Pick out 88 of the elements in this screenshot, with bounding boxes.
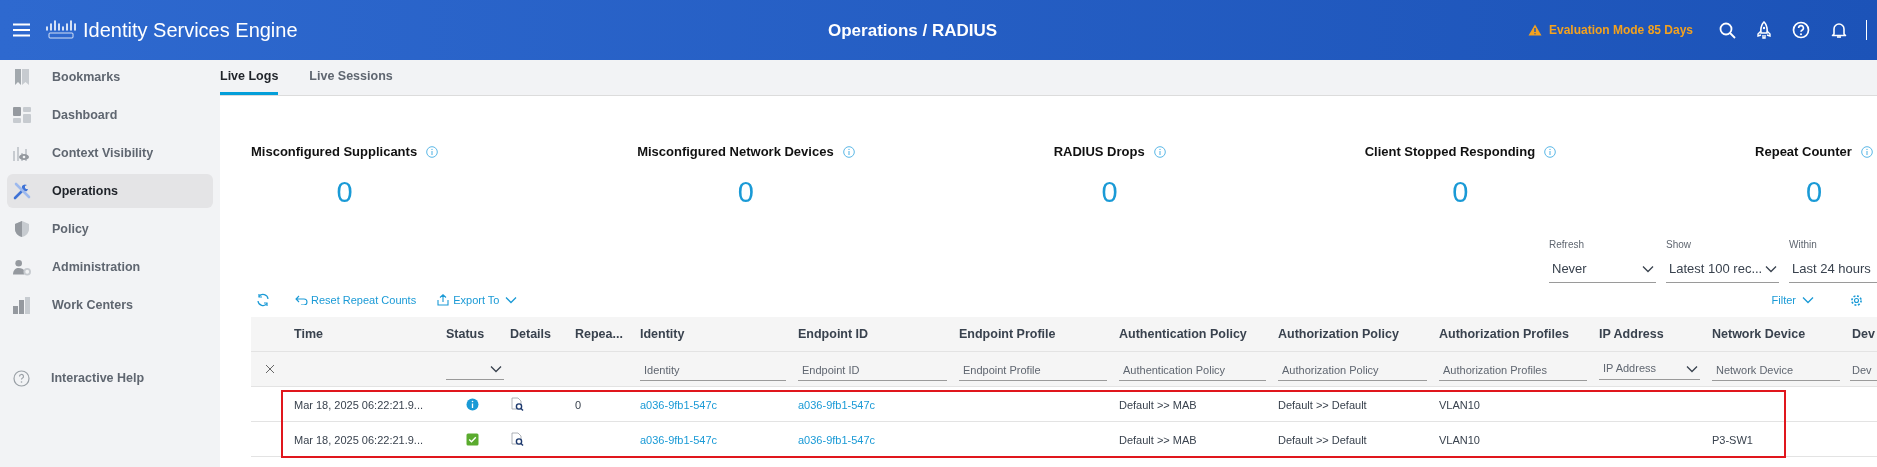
column-header[interactable]: IP Address <box>1593 324 1706 344</box>
filter-field[interactable]: Identity <box>640 359 786 382</box>
cisco-logo-icon <box>45 20 77 40</box>
help-icon <box>13 369 30 387</box>
filter-field[interactable]: Network Device <box>1712 359 1840 382</box>
user-gear-icon <box>13 258 31 276</box>
table-cell: VLAN10 <box>1439 434 1480 446</box>
document-search-icon[interactable] <box>510 432 524 446</box>
rocket-icon[interactable] <box>1756 21 1772 39</box>
column-header[interactable]: Status <box>440 324 504 344</box>
filter-field[interactable]: Dev <box>1850 359 1877 382</box>
bookmark-icon <box>13 68 31 86</box>
help-link[interactable]: Interactive Help <box>7 361 213 395</box>
dashboard-icon <box>13 107 31 123</box>
metric-value: 0 <box>1101 175 1118 210</box>
refresh-icon[interactable] <box>256 293 270 307</box>
filter-field[interactable]: Endpoint ID <box>798 359 947 382</box>
filter-field[interactable]: Authorization Profiles <box>1439 359 1587 382</box>
table-cell: Default >> MAB <box>1119 399 1197 411</box>
metric-value: 0 <box>1452 175 1469 210</box>
metric-label: Misconfigured Network Devices <box>637 143 834 162</box>
clear-filters-icon[interactable] <box>264 364 275 374</box>
app-title: Identity Services Engine <box>83 18 298 43</box>
chevron-down-icon <box>490 364 502 373</box>
settings-icon[interactable] <box>1850 293 1863 307</box>
chevron-down-icon <box>1765 264 1777 273</box>
chevron-down-icon <box>1686 364 1698 373</box>
column-header[interactable]: Identity <box>634 324 792 344</box>
upload-icon <box>437 294 450 306</box>
wrench-icon <box>13 182 31 200</box>
metric-value: 0 <box>1805 175 1823 210</box>
sidebar-item[interactable]: Dashboard <box>7 98 213 132</box>
chevron-down-icon <box>505 296 518 304</box>
search-icon[interactable] <box>1719 21 1736 39</box>
shield-icon <box>13 220 31 238</box>
column-header[interactable]: Dev <box>1846 324 1877 344</box>
table-cell: Default >> Default <box>1278 434 1367 446</box>
sidebar-item[interactable]: Administration <box>7 250 213 284</box>
column-header[interactable]: Endpoint ID <box>792 324 953 344</box>
filter-field[interactable]: Authentication Policy <box>1119 359 1266 382</box>
warning-icon <box>1527 24 1542 36</box>
menu-icon[interactable] <box>13 23 30 37</box>
table-cell: Default >> MAB <box>1119 434 1197 446</box>
tab[interactable]: Live Logs <box>220 60 279 95</box>
filter-dropdown[interactable]: IP Address <box>1599 358 1700 380</box>
column-header[interactable]: Authorization Policy <box>1272 324 1433 344</box>
field-label: Show <box>1666 238 1692 251</box>
chevron-down-icon <box>1642 264 1654 273</box>
column-header[interactable]: Repea... <box>569 324 634 344</box>
field-label: Within <box>1789 238 1818 251</box>
dropdown[interactable]: Latest 100 rec... <box>1666 255 1779 283</box>
document-search-icon[interactable] <box>510 397 524 411</box>
sidebar-item[interactable]: Operations <box>7 174 213 208</box>
sidebar-item[interactable]: Policy <box>7 212 213 246</box>
dropdown[interactable]: Last 24 hours <box>1789 255 1877 283</box>
dropdown[interactable]: Never <box>1549 255 1656 283</box>
bar-chart-eye-icon <box>13 144 31 162</box>
sidebar-item[interactable]: Context Visibility <box>7 136 213 170</box>
metric-value: 0 <box>737 175 754 210</box>
column-header[interactable]: Details <box>504 324 569 344</box>
help-icon[interactable] <box>1792 21 1810 39</box>
metric-label: RADIUS Drops <box>1053 143 1145 162</box>
sidebar-item[interactable]: Bookmarks <box>7 60 213 94</box>
metric-label: Client Stopped Responding <box>1364 143 1536 162</box>
metric-label: Misconfigured Supplicants <box>251 143 418 162</box>
page-title: Operations / RADIUS <box>828 20 998 42</box>
column-header[interactable]: Network Device <box>1706 324 1846 344</box>
metric-value: 0 <box>336 175 353 210</box>
filter-field[interactable]: Endpoint Profile <box>959 359 1107 382</box>
table-cell: Default >> Default <box>1278 399 1367 411</box>
table-cell: 0 <box>575 399 582 411</box>
tab[interactable]: Live Sessions <box>309 60 393 95</box>
column-header[interactable]: Authorization Profiles <box>1433 324 1593 344</box>
undo-arrow-icon <box>295 295 308 305</box>
table-cell: P3-SW1 <box>1712 434 1753 446</box>
buildings-icon <box>13 296 31 314</box>
table-cell: Mar 18, 2025 06:22:21.9... <box>294 434 424 446</box>
table-cell: Mar 18, 2025 06:22:21.9... <box>294 399 424 411</box>
metric-label: Repeat Counter <box>1755 143 1852 162</box>
field-label: Refresh <box>1549 238 1585 251</box>
chevron-down-icon <box>1802 296 1814 304</box>
column-header[interactable]: Authentication Policy <box>1113 324 1272 344</box>
column-header[interactable]: Endpoint Profile <box>953 324 1113 344</box>
notifications-icon[interactable] <box>1831 21 1847 39</box>
column-header[interactable]: Time <box>288 324 440 344</box>
table-cell: VLAN10 <box>1439 399 1480 411</box>
sidebar-item[interactable]: Work Centers <box>7 288 213 322</box>
filter-field[interactable]: Authorization Policy <box>1278 359 1427 382</box>
